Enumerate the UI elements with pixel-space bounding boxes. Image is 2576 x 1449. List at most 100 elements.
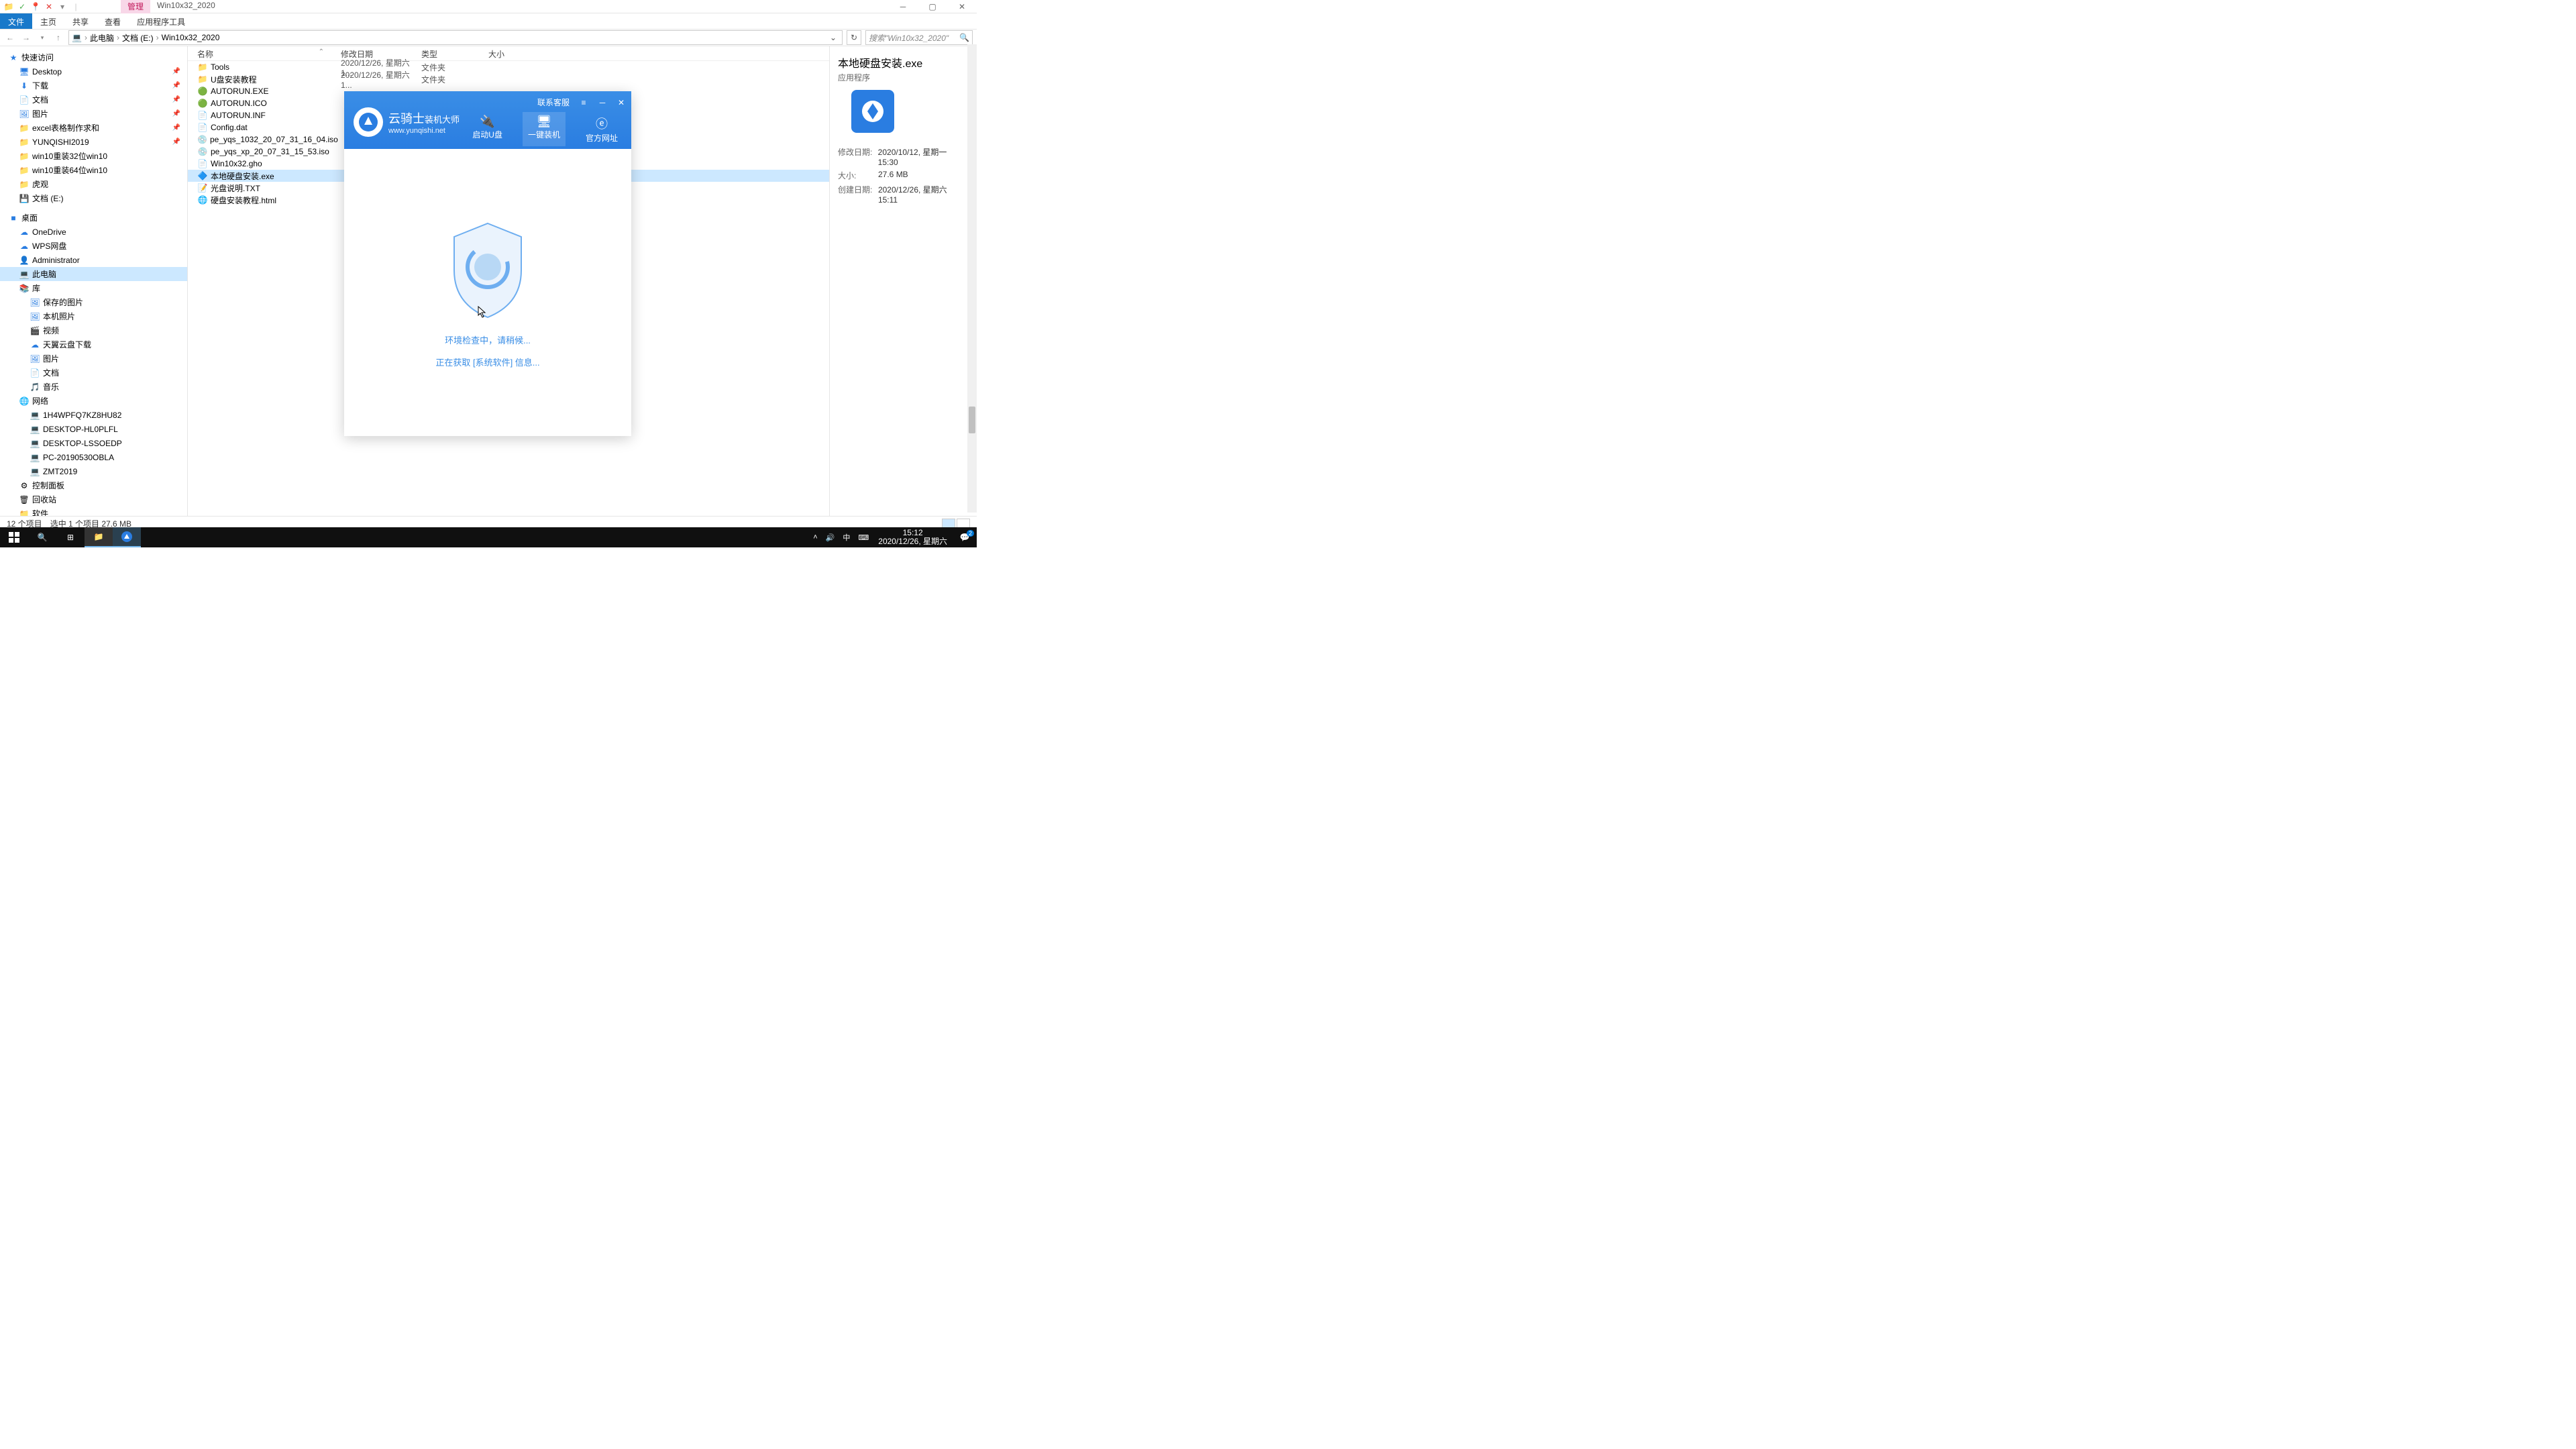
ribbon-tab-home[interactable]: 主页 <box>32 13 64 29</box>
sidebar-label: WPS网盘 <box>32 240 66 252</box>
sidebar-item-drive-e[interactable]: 💾文档 (E:) <box>0 191 187 205</box>
file-name: Config.dat <box>211 123 248 132</box>
breadcrumb-pc[interactable]: 此电脑 <box>90 32 114 44</box>
back-button[interactable]: ← <box>4 32 16 44</box>
breadcrumb-dropdown[interactable]: ⌄ <box>827 33 839 42</box>
column-size[interactable]: 大小 <box>483 46 537 60</box>
tray-chevron[interactable]: ˄ <box>809 533 821 541</box>
recent-dropdown[interactable]: ▾ <box>36 32 48 44</box>
sidebar-item-pictures2[interactable]: 🖼图片 <box>0 352 187 366</box>
sidebar-label: 回收站 <box>32 494 56 505</box>
forward-button[interactable]: → <box>20 32 32 44</box>
explorer-taskbar-button[interactable]: 📁 <box>85 527 113 547</box>
search-input[interactable]: 搜索"Win10x32_2020" 🔍 <box>865 30 973 45</box>
sidebar-item-huguan[interactable]: 📁虎观 <box>0 177 187 191</box>
scrollbar-vertical[interactable] <box>967 44 977 513</box>
sidebar-item-thispc[interactable]: 💻此电脑 <box>0 267 187 281</box>
sidebar-item-downloads[interactable]: ⬇下载📌 <box>0 78 187 93</box>
ribbon-tab-view[interactable]: 查看 <box>97 13 129 29</box>
installer-taskbar-button[interactable] <box>113 527 141 547</box>
minimize-icon[interactable]: ─ <box>598 98 607 107</box>
sidebar-quick-access[interactable]: ★快速访问 <box>0 50 187 64</box>
pin-icon: 📌 <box>172 138 180 146</box>
sidebar-item-excel[interactable]: 📁excel表格制作求和📌 <box>0 121 187 135</box>
sidebar-item-library[interactable]: 📚库 <box>0 281 187 295</box>
volume-icon[interactable]: 🔊 <box>822 533 839 542</box>
file-name: 硬盘安装教程.html <box>211 195 276 206</box>
sidebar-item-video[interactable]: 🎬视频 <box>0 323 187 337</box>
usb-icon: 🔌 <box>472 115 502 129</box>
sidebar-item-localpics[interactable]: 🖼本机照片 <box>0 309 187 323</box>
taskview-button[interactable]: ⊞ <box>56 527 85 547</box>
search-button[interactable]: 🔍 <box>28 527 56 547</box>
taskbar-clock[interactable]: 15:12 2020/12/26, 星期六 <box>873 529 953 546</box>
sidebar-item-yunqishi[interactable]: 📁YUNQISHI2019📌 <box>0 135 187 149</box>
ribbon-tab-share[interactable]: 共享 <box>64 13 97 29</box>
refresh-button[interactable]: ↻ <box>847 30 861 45</box>
pin-icon: 📌 <box>172 110 180 117</box>
close-icon[interactable]: ✕ <box>616 98 626 107</box>
dropdown-icon[interactable]: ▾ <box>58 2 67 11</box>
checkbox-icon[interactable]: ✓ <box>17 2 27 11</box>
file-row[interactable]: 📁Tools2020/12/26, 星期六 1...文件夹 <box>188 61 829 73</box>
installer-tab-install[interactable]: 🖥一键装机 <box>523 112 566 146</box>
sidebar-item-wps[interactable]: ☁WPS网盘 <box>0 239 187 253</box>
ribbon-tab-file[interactable]: 文件 <box>0 13 32 29</box>
contact-link[interactable]: 联系客服 <box>537 97 570 108</box>
app-icon <box>859 98 886 125</box>
sidebar-item-tianyi[interactable]: ☁天翼云盘下载 <box>0 337 187 352</box>
column-name[interactable]: 名称⌃ <box>188 46 335 60</box>
sidebar-item-music[interactable]: 🎵音乐 <box>0 380 187 394</box>
column-type[interactable]: 类型 <box>416 46 483 60</box>
sidebar-desktop[interactable]: ■桌面 <box>0 211 187 225</box>
document-icon: 📄 <box>30 368 40 378</box>
file-icon: 💿 <box>197 134 207 145</box>
file-name: 本地硬盘安装.exe <box>211 170 274 182</box>
notification-button[interactable]: 💬2 <box>953 527 977 547</box>
sidebar-item-net1[interactable]: 💻1H4WPFQ7KZ8HU82 <box>0 408 187 422</box>
sidebar-label: DESKTOP-LSSOEDP <box>43 439 122 448</box>
sidebar-item-documents[interactable]: 📄文档📌 <box>0 93 187 107</box>
scrollbar-thumb[interactable] <box>969 407 975 433</box>
ime-indicator[interactable]: 中 <box>839 532 854 543</box>
sidebar-item-desktop[interactable]: 🖥Desktop📌 <box>0 64 187 78</box>
sidebar-label: excel表格制作求和 <box>32 122 99 133</box>
sidebar-item-net4[interactable]: 💻PC-20190530OBLA <box>0 450 187 464</box>
installer-tab-usb[interactable]: 🔌启动U盘 <box>467 112 508 146</box>
sidebar-item-network[interactable]: 🌐网络 <box>0 394 187 408</box>
sidebar-item-win10-64[interactable]: 📁win10重装64位win10 <box>0 163 187 177</box>
delete-icon[interactable]: ✕ <box>44 2 54 11</box>
tab-current[interactable]: Win10x32_2020 <box>150 0 222 13</box>
installer-tab-web[interactable]: ⓔ官方网址 <box>580 112 623 146</box>
ribbon-tab-apptools[interactable]: 应用程序工具 <box>129 13 193 29</box>
file-icon: 📝 <box>197 182 208 193</box>
sidebar-item-net3[interactable]: 💻DESKTOP-LSSOEDP <box>0 436 187 450</box>
ime-icon[interactable]: ⌨ <box>854 533 873 542</box>
sidebar-item-recycle[interactable]: 🗑回收站 <box>0 492 187 506</box>
up-button[interactable]: ↑ <box>52 32 64 44</box>
sidebar-item-software[interactable]: 📁软件 <box>0 506 187 516</box>
sidebar-item-net2[interactable]: 💻DESKTOP-HL0PLFL <box>0 422 187 436</box>
sidebar-item-net5[interactable]: 💻ZMT2019 <box>0 464 187 478</box>
sidebar-item-pictures[interactable]: 🖼图片📌 <box>0 107 187 121</box>
breadcrumb-drive[interactable]: 文档 (E:) <box>122 32 154 44</box>
tab-manage[interactable]: 管理 <box>121 0 150 13</box>
breadcrumb-folder[interactable]: Win10x32_2020 <box>162 33 220 42</box>
pc-icon: 💻 <box>19 269 30 280</box>
tab-label: 一键装机 <box>528 130 560 140</box>
sidebar-item-admin[interactable]: 👤Administrator <box>0 253 187 267</box>
sidebar-item-control[interactable]: ⚙控制面板 <box>0 478 187 492</box>
start-button[interactable] <box>0 527 28 547</box>
close-button[interactable]: ✕ <box>947 0 977 13</box>
breadcrumb[interactable]: 💻 › 此电脑 › 文档 (E:) › Win10x32_2020 ⌄ <box>68 30 843 45</box>
sidebar-item-win10-32[interactable]: 📁win10重装32位win10 <box>0 149 187 163</box>
sidebar-item-onedrive[interactable]: ☁OneDrive <box>0 225 187 239</box>
sidebar-item-documents2[interactable]: 📄文档 <box>0 366 187 380</box>
pin-icon[interactable]: 📍 <box>31 2 40 11</box>
menu-icon[interactable]: ≡ <box>579 98 588 107</box>
file-row[interactable]: 📁U盘安装教程2020/12/26, 星期六 1...文件夹 <box>188 73 829 85</box>
search-icon[interactable]: 🔍 <box>959 33 969 42</box>
maximize-button[interactable]: ▢ <box>918 0 947 13</box>
minimize-button[interactable]: ─ <box>888 0 918 13</box>
sidebar-item-savedpics[interactable]: 🖼保存的图片 <box>0 295 187 309</box>
